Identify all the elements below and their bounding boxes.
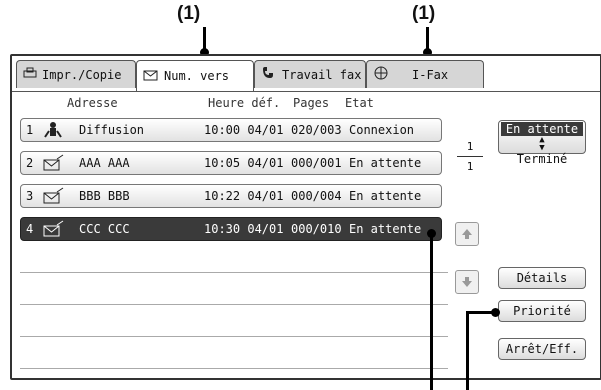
column-status: Etat	[345, 96, 374, 110]
pointer-line-row	[430, 233, 433, 390]
empty-row-divider	[20, 336, 448, 337]
column-address: Adresse	[67, 96, 118, 110]
stop-delete-button[interactable]: Arrêt/Eff.	[498, 338, 586, 360]
tab-i-fax-label: I-Fax	[412, 67, 449, 82]
empty-row-divider	[20, 272, 448, 273]
tab-bar: Impr./Copie Num. vers Travail fax I-Fax	[12, 60, 600, 92]
job-row-address: Diffusion	[79, 123, 145, 137]
job-row[interactable]: 3 BBB BBB 10:22 04/01 000/004 En attente	[20, 184, 442, 208]
callout-right: (1)	[412, 3, 436, 24]
toggle-waiting-label: En attente	[501, 122, 583, 136]
empty-row-divider	[20, 368, 448, 369]
job-row-pages: 000/004	[291, 189, 342, 203]
tab-fax-job[interactable]: Travail fax	[254, 60, 366, 88]
arrow-up-icon	[462, 229, 472, 239]
job-row-time: 10:22 04/01	[204, 189, 284, 203]
job-row-status: En attente	[349, 189, 422, 203]
pointer-line-priority-h	[466, 311, 493, 314]
job-row-time: 10:30 04/01	[204, 222, 284, 236]
toggle-done-label: Terminé	[516, 152, 568, 166]
tab-divider	[12, 91, 600, 92]
column-time: Heure déf.	[208, 96, 281, 110]
tab-scan-to[interactable]: Num. vers	[136, 60, 254, 91]
job-row-pages: 000/010	[291, 222, 342, 236]
scroll-down-button[interactable]	[455, 270, 479, 294]
job-row-pages: 020/003	[291, 123, 342, 137]
scroll-up-button[interactable]	[455, 222, 479, 246]
phone-icon	[261, 66, 277, 83]
job-row-status: En attente	[349, 156, 422, 170]
envelope-send-icon	[43, 154, 65, 175]
toggle-arrows-icon: ▲ ▼	[539, 135, 545, 153]
details-button[interactable]: Détails	[498, 267, 586, 289]
callout-left: (1)	[177, 3, 201, 24]
empty-row-divider	[20, 304, 448, 305]
page-divider	[457, 156, 483, 157]
envelope-send-icon	[43, 187, 65, 208]
tab-print-copy[interactable]: Impr./Copie	[16, 60, 136, 88]
job-row-number: 1	[26, 123, 34, 137]
job-row-number: 2	[26, 156, 34, 170]
priority-button[interactable]: Priorité	[498, 300, 586, 322]
job-row[interactable]: 2 AAA AAA 10:05 04/01 000/001 En attente	[20, 151, 442, 175]
tab-fax-job-label: Travail fax	[282, 67, 362, 82]
globe-phone-icon	[373, 66, 389, 83]
pointer-line-priority-v	[466, 311, 469, 390]
job-row-time: 10:05 04/01	[204, 156, 284, 170]
column-pages: Pages	[293, 96, 330, 110]
job-row-status: Connexion	[349, 123, 415, 137]
status-toggle-button[interactable]: En attente ▲ ▼ Terminé	[498, 120, 586, 166]
job-row[interactable]: 1 Diffusion 10:00 04/01 020/003 Connexio…	[20, 118, 442, 142]
job-status-panel: Impr./Copie Num. vers Travail fax I-Fax …	[10, 54, 601, 380]
printer-icon	[23, 67, 37, 82]
page-current: 1	[466, 140, 474, 153]
arrow-down-icon	[462, 277, 472, 287]
job-row-number: 4	[26, 222, 34, 236]
job-row-number: 3	[26, 189, 34, 203]
tab-i-fax[interactable]: I-Fax	[366, 60, 484, 88]
page-indicator: 1 1	[455, 140, 485, 173]
envelope-icon	[143, 69, 159, 84]
broadcast-icon	[43, 121, 63, 142]
job-row-time: 10:00 04/01	[204, 123, 284, 137]
tab-scan-to-label: Num. vers	[164, 69, 230, 83]
job-row-pages: 000/001	[291, 156, 342, 170]
envelope-send-icon	[43, 220, 65, 241]
page-total: 1	[466, 160, 474, 173]
job-row-status: En attente	[349, 222, 422, 236]
job-row-address: BBB BBB	[79, 189, 130, 203]
job-row[interactable]: 4 CCC CCC 10:30 04/01 000/010 En attente	[20, 217, 442, 241]
job-row-address: CCC CCC	[79, 222, 130, 236]
tab-print-copy-label: Impr./Copie	[42, 67, 122, 82]
job-row-address: AAA AAA	[79, 156, 130, 170]
